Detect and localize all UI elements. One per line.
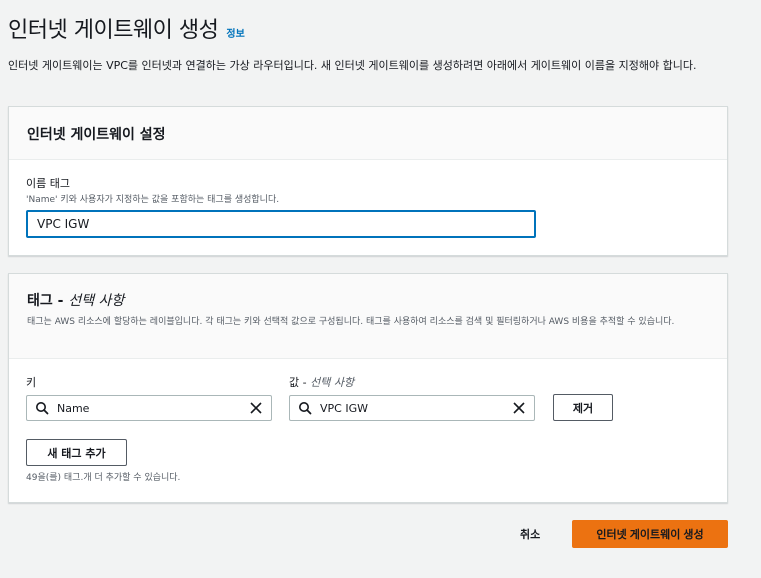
settings-panel-title: 인터넷 게이트웨이 설정 (27, 127, 166, 143)
tags-title-optional: 선택 사항 (68, 293, 125, 309)
page-description: 인터넷 게이트웨이는 VPC를 인터넷과 연결하는 가상 라우터입니다. 새 인… (8, 59, 697, 72)
info-link[interactable]: 정보 (226, 25, 244, 40)
search-icon (35, 401, 49, 415)
page-title: 인터넷 게이트웨이 생성 (8, 18, 219, 43)
tags-panel-description: 태그는 AWS 리소스에 할당하는 레이블입니다. 각 태그는 키와 선택적 값… (27, 317, 675, 327)
tag-key-input[interactable]: Name (26, 395, 272, 421)
remove-tag-button[interactable]: 제거 (553, 394, 613, 421)
tags-panel: 태그 - 선택 사항 태그는 AWS 리소스에 할당하는 레이블입니다. 각 태… (8, 273, 728, 503)
name-tag-hint: 'Name' 키와 사용자가 지정하는 값을 포함하는 태그를 생성합니다. (26, 195, 280, 205)
name-tag-label: 이름 태그 (26, 177, 70, 190)
tag-value-value: VPC IGW (320, 401, 368, 415)
search-icon (298, 401, 312, 415)
clear-key-icon[interactable] (249, 401, 263, 415)
value-label-optional: 선택 사항 (310, 376, 355, 389)
tags-title-text: 태그 - (27, 293, 69, 309)
tags-panel-header: 태그 - 선택 사항 태그는 AWS 리소스에 할당하는 레이블입니다. 각 태… (9, 274, 727, 359)
cancel-button[interactable]: 취소 (520, 526, 540, 542)
igw-settings-panel: 인터넷 게이트웨이 설정 이름 태그 'Name' 키와 사용자가 지정하는 값… (8, 106, 728, 256)
name-tag-input[interactable] (26, 210, 536, 238)
clear-value-icon[interactable] (512, 401, 526, 415)
title-row: 인터넷 게이트웨이 생성 정보 (8, 12, 245, 44)
create-igw-page: 인터넷 게이트웨이 생성 정보 인터넷 게이트웨이는 VPC를 인터넷과 연결하… (0, 0, 761, 578)
tag-key-value: Name (57, 401, 90, 415)
tag-value-input[interactable]: VPC IGW (289, 395, 535, 421)
key-label-text: 키 (26, 376, 37, 389)
key-column-label: 키 (26, 374, 36, 390)
tags-panel-title: 태그 - 선택 사항 (27, 290, 709, 310)
remaining-tags-text: 49을(를) 태그.개 더 추가할 수 있습니다. (26, 473, 181, 483)
create-igw-button[interactable]: 인터넷 게이트웨이 생성 (572, 520, 728, 548)
value-column-label: 값 - 선택 사항 (289, 374, 354, 390)
name-tag-field-labels: 이름 태그 'Name' 키와 사용자가 지정하는 값을 포함하는 태그를 생성… (26, 175, 279, 205)
settings-panel-header: 인터넷 게이트웨이 설정 (9, 107, 727, 160)
add-tag-button[interactable]: 새 태그 추가 (26, 439, 127, 466)
value-label-text: 값 - (289, 376, 311, 389)
